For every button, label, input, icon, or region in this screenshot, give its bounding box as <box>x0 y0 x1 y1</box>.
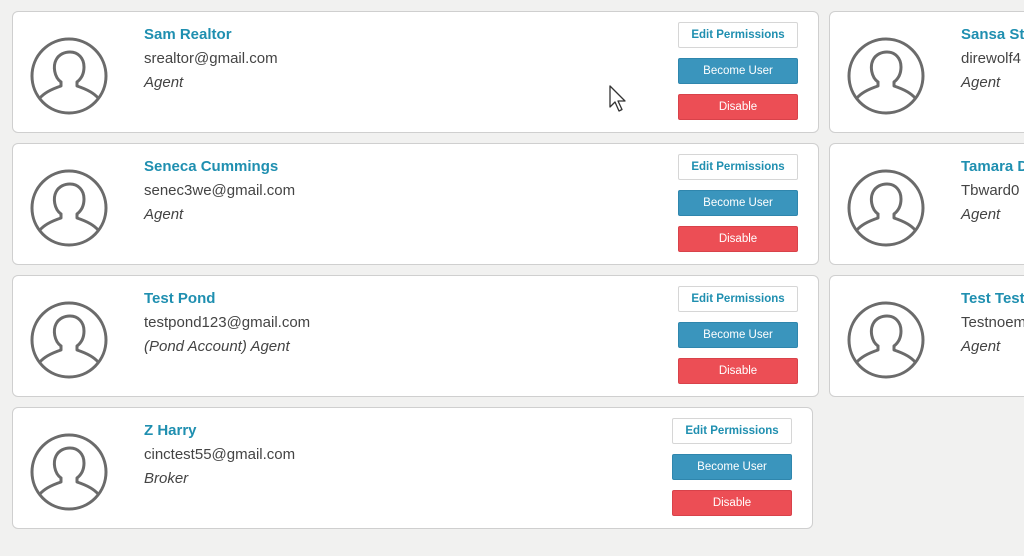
user-info: Seneca Cummings senec3we@gmail.com Agent <box>144 157 295 225</box>
edit-permissions-button[interactable]: Edit Permissions <box>678 154 798 180</box>
user-role: Agent <box>144 206 184 223</box>
user-name-link[interactable]: Sansa Sta <box>961 25 1024 45</box>
user-actions: Edit Permissions Become User Disable <box>678 286 798 394</box>
user-actions: Edit Permissions Become User Disable <box>678 154 798 262</box>
user-name-link[interactable]: Test Pond <box>144 289 310 309</box>
become-user-button[interactable]: Become User <box>678 322 798 348</box>
user-card: Sam Realtor srealtor@gmail.com Agent Edi… <box>12 11 819 133</box>
avatar-icon <box>29 300 109 380</box>
user-info: Z Harry cinctest55@gmail.com Broker <box>144 421 295 489</box>
user-role: Agent <box>961 206 1001 223</box>
become-user-button[interactable]: Become User <box>678 58 798 84</box>
edit-permissions-button[interactable]: Edit Permissions <box>678 286 798 312</box>
user-card: Test Pond testpond123@gmail.com (Pond Ac… <box>12 275 819 397</box>
disable-button[interactable]: Disable <box>678 358 798 384</box>
user-actions: Edit Permissions Become User Disable <box>672 418 792 526</box>
avatar-icon <box>846 36 926 116</box>
avatar-icon <box>29 432 109 512</box>
user-card: Tamara D Tbward0 Agent <box>829 143 1024 265</box>
user-email: senec3we@gmail.com <box>144 182 296 199</box>
user-email: Testnoem <box>961 314 1024 331</box>
user-email: direwolf4 <box>961 50 1022 67</box>
user-card: Test Test Testnoem Agent <box>829 275 1024 397</box>
user-role: Broker <box>144 470 189 487</box>
user-role: Agent <box>144 74 184 91</box>
user-name-link[interactable]: Test Test <box>961 289 1024 309</box>
user-management-page: Sam Realtor srealtor@gmail.com Agent Edi… <box>0 0 1024 556</box>
become-user-button[interactable]: Become User <box>672 454 792 480</box>
user-name-link[interactable]: Seneca Cummings <box>144 157 295 177</box>
user-info: Test Test Testnoem Agent <box>961 289 1024 357</box>
user-card: Seneca Cummings senec3we@gmail.com Agent… <box>12 143 819 265</box>
avatar-icon <box>29 36 109 116</box>
edit-permissions-button[interactable]: Edit Permissions <box>678 22 798 48</box>
user-role: (Pond Account) Agent <box>144 338 290 355</box>
user-card: Z Harry cinctest55@gmail.com Broker Edit… <box>12 407 813 529</box>
user-info: Tamara D Tbward0 Agent <box>961 157 1024 225</box>
user-name-link[interactable]: Z Harry <box>144 421 295 441</box>
avatar-icon <box>846 168 926 248</box>
user-name-link[interactable]: Tamara D <box>961 157 1024 177</box>
disable-button[interactable]: Disable <box>678 226 798 252</box>
avatar-icon <box>29 168 109 248</box>
disable-button[interactable]: Disable <box>672 490 792 516</box>
user-info: Test Pond testpond123@gmail.com (Pond Ac… <box>144 289 310 357</box>
mouse-pointer-icon <box>608 85 628 113</box>
user-email: cinctest55@gmail.com <box>144 446 296 463</box>
user-role: Agent <box>961 74 1001 91</box>
user-email: srealtor@gmail.com <box>144 50 278 67</box>
user-role: Agent <box>961 338 1001 355</box>
user-info: Sansa Sta direwolf4 Agent <box>961 25 1024 93</box>
user-info: Sam Realtor srealtor@gmail.com Agent <box>144 25 278 93</box>
user-actions: Edit Permissions Become User Disable <box>678 22 798 130</box>
user-email: Tbward0 <box>961 182 1020 199</box>
avatar-icon <box>846 300 926 380</box>
user-card: Sansa Sta direwolf4 Agent <box>829 11 1024 133</box>
become-user-button[interactable]: Become User <box>678 190 798 216</box>
edit-permissions-button[interactable]: Edit Permissions <box>672 418 792 444</box>
disable-button[interactable]: Disable <box>678 94 798 120</box>
user-email: testpond123@gmail.com <box>144 314 311 331</box>
user-name-link[interactable]: Sam Realtor <box>144 25 278 45</box>
